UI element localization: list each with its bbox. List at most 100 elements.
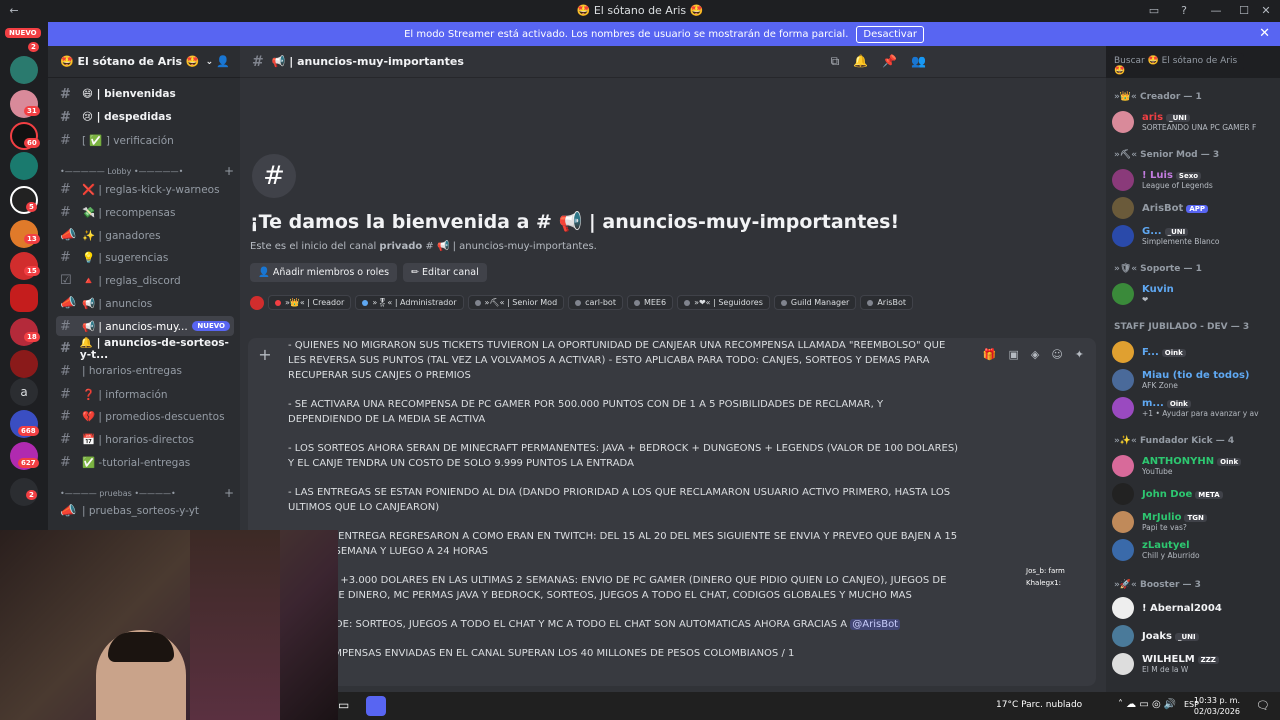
banner-close-icon[interactable]: ✕ <box>1259 26 1270 41</box>
category-lobby[interactable]: •————— Lobby •—————• + <box>60 164 234 178</box>
member-name: Kuvin <box>1142 284 1174 295</box>
window-icon[interactable]: ▭ <box>338 698 349 712</box>
channel-sugerencias[interactable]: # 💡 | sugerencias <box>56 247 234 267</box>
add-member-icon[interactable]: 👤 <box>216 55 230 68</box>
member-info: John Doe META <box>1142 489 1223 500</box>
role-chip[interactable]: Guild Manager <box>773 295 857 310</box>
members-icon[interactable]: 👥 <box>911 54 926 69</box>
server-icon[interactable] <box>10 350 38 378</box>
os-taskbar: ▭ 17°C Parc. nublado ˄ ☁ ▭ ◎ 🔊 ESP 10:33… <box>338 692 1280 720</box>
sticker-icon[interactable]: ◈ <box>1031 348 1039 361</box>
member-row[interactable]: G... _UNI Simplemente Blanco <box>1112 222 1274 250</box>
hash-icon: # <box>60 109 71 125</box>
channel-tutorial-entregas[interactable]: # ✅ -tutorial-entregas <box>56 452 234 472</box>
member-row[interactable]: Joaks _UNI <box>1112 622 1274 650</box>
megaphone-icon: 📣 <box>60 295 77 311</box>
role-chip[interactable]: ArisBot <box>860 295 913 310</box>
channel-anuncios-muy-importantes[interactable]: # 📢 | anuncios-muy... NUEVO <box>56 316 234 336</box>
plus-icon[interactable]: + <box>224 486 234 500</box>
apps-icon[interactable]: ✦ <box>1075 348 1084 361</box>
role-chip[interactable]: »⛏« | Senior Mod <box>467 295 565 310</box>
minimize-icon[interactable]: — <box>1208 3 1224 19</box>
channel-pruebas-sorteos[interactable]: 📣 | pruebas_sorteos-y-yt <box>56 501 234 521</box>
member-row[interactable]: m... Oink +1 • Ayudar para avanzar y av <box>1112 394 1274 422</box>
channel-horarios-entregas[interactable]: # | horarios-entregas <box>56 361 234 381</box>
close-window-icon[interactable]: ✕ <box>1258 3 1274 19</box>
guild-name: 🤩 El sótano de Aris 🤩 <box>60 55 200 68</box>
pin-icon[interactable]: 📌 <box>882 54 897 69</box>
draft-paragraph: - QUIENES NO MIGRARON SUS TICKETS TUVIER… <box>288 340 946 381</box>
member-name: G... <box>1142 226 1162 237</box>
member-row[interactable]: ! Abernal2004 <box>1112 594 1274 622</box>
channel-ganadores[interactable]: 📣 ✨ | ganadores <box>56 225 234 245</box>
member-row[interactable]: zLautyel Chill y Aburrido <box>1112 536 1274 564</box>
discord-taskbar-icon[interactable] <box>366 696 386 716</box>
inbox-icon[interactable]: ▭ <box>1146 3 1162 19</box>
clock[interactable]: 10:33 p. m. 02/03/2026 <box>1194 695 1240 717</box>
member-row[interactable]: ! Luis Sexo League of Legends <box>1112 166 1274 194</box>
draft-paragraph: ...NVIADO +3.000 DOLARES EN LAS ULTIMAS … <box>288 575 947 601</box>
guild-header[interactable]: 🤩 El sótano de Aris 🤩 ⌄ 👤 <box>48 46 240 78</box>
clock-date: 02/03/2026 <box>1193 707 1240 716</box>
help-icon[interactable]: ? <box>1176 3 1192 19</box>
tray-icons[interactable]: ˄ ☁ ▭ ◎ 🔊 <box>1118 699 1176 710</box>
deactivate-button[interactable]: Desactivar <box>856 25 924 43</box>
role-dot <box>780 299 787 306</box>
bell-icon[interactable]: 🔔 <box>853 54 868 69</box>
member-row[interactable]: John Doe META <box>1112 480 1274 508</box>
search-input[interactable]: Buscar 🤩 El sótano de Aris 🤩 <box>1108 53 1244 76</box>
channel-verificacion[interactable]: # [ ✅ ] verificación <box>56 130 234 150</box>
emoji-icon[interactable]: ☺ <box>1051 348 1062 361</box>
channel-promedios-descuentos[interactable]: # 💔 | promedios-descuentos <box>56 406 234 426</box>
channel-reglas-discord[interactable]: ☑ 🔺 | reglas_discord <box>56 270 234 290</box>
server-icon[interactable] <box>10 152 38 180</box>
new-tag: NUEVO <box>192 321 230 331</box>
channel-anuncios[interactable]: 📣 📢 | anuncios <box>56 293 234 313</box>
role-dot <box>275 299 281 306</box>
role-chip[interactable]: »❤« | Seguidores <box>677 295 770 310</box>
role-label: »🎖« | Administrador <box>372 298 457 307</box>
app-tag: APP <box>1186 204 1209 213</box>
role-chip[interactable]: carl-bot <box>568 295 623 310</box>
weather-widget[interactable]: 17°C Parc. nublado <box>996 700 1082 710</box>
member-row[interactable]: ArisBot APP <box>1112 194 1274 222</box>
channel-informacion[interactable]: # ❓ | información <box>56 384 234 404</box>
gift-icon[interactable]: 🎁 <box>983 348 997 361</box>
channel-horarios-directos[interactable]: # 📅 | horarios-directos <box>56 429 234 449</box>
member-status: SORTEANDO UNA PC GAMER F <box>1142 123 1257 132</box>
channel-label: ✨ | ganadores <box>82 229 161 242</box>
gif-icon[interactable]: ▣ <box>1008 348 1018 361</box>
role-chip[interactable]: MEE6 <box>626 295 674 310</box>
add-members-button[interactable]: 👤 Añadir miembros o roles <box>250 263 398 282</box>
avatar <box>1112 483 1134 505</box>
server-letter-icon[interactable]: a <box>10 378 38 406</box>
member-row[interactable]: Kuvin ❤ <box>1112 280 1274 308</box>
channel-bienvenidas[interactable]: # 😄 | bienvenidas <box>56 84 234 104</box>
threads-icon[interactable]: ⧉ <box>831 54 840 69</box>
channel-reglas-kick[interactable]: # ❌ | reglas-kick-y-warneos <box>56 179 234 199</box>
role-chip[interactable]: »👑« | Creador <box>268 295 352 310</box>
member-row[interactable]: WILHELM ZZZ El M de la W <box>1112 650 1274 678</box>
edit-channel-button[interactable]: ✏ Editar canal <box>403 263 487 282</box>
unread-badge: 668 <box>18 426 39 436</box>
member-row[interactable]: Miau (tio de todos) AFK Zone <box>1112 366 1274 394</box>
category-pruebas[interactable]: •———— pruebas •————• + <box>60 486 234 500</box>
channel-recompensas[interactable]: # 💸 | recompensas <box>56 202 234 222</box>
message-input[interactable]: + 🎁 ▣ ◈ ☺ ✦ - QUIENES NO MIGRARON SUS TI… <box>248 338 1096 686</box>
maximize-icon[interactable]: ☐ <box>1236 3 1252 19</box>
avatar <box>1112 511 1134 533</box>
channel-anuncios-de-sorteos[interactable]: # 🔔 | anuncios-de-sorteos-y-t... <box>56 337 234 361</box>
member-row[interactable]: ANTHONYHN Oink YouTube <box>1112 452 1274 480</box>
member-row[interactable]: aris _UNI SORTEANDO UNA PC GAMER F <box>1112 108 1274 136</box>
role-chip[interactable]: »🎖« | Administrador <box>355 295 464 310</box>
mention[interactable]: @ArisBot <box>850 619 901 630</box>
channel-despedidas[interactable]: # 😢 | despedidas <box>56 107 234 127</box>
member-row[interactable]: MrJulio TGN Papi te vas? <box>1112 508 1274 536</box>
plus-icon[interactable]: + <box>224 164 234 178</box>
member-row[interactable]: F... Oink <box>1112 338 1274 366</box>
member-tag: _UNI <box>1174 632 1199 641</box>
server-icon[interactable] <box>10 284 38 312</box>
notification-icon[interactable]: 🗨 <box>1256 699 1270 712</box>
plus-icon[interactable]: + <box>256 346 274 364</box>
server-icon[interactable] <box>10 56 38 84</box>
